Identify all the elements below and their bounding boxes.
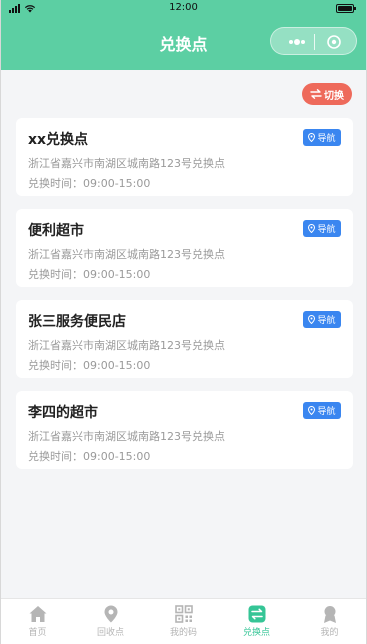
status-time: 12:00: [169, 2, 198, 13]
tab-label: 首页: [28, 628, 47, 638]
tab-label: 我的: [320, 628, 339, 638]
tab-mine[interactable]: 我的: [293, 599, 366, 644]
battery-icon: [336, 4, 356, 13]
navigate-label: 导航: [317, 407, 336, 417]
location-pin-icon: [308, 315, 316, 324]
store-hours: 兑换时间：09:00-15:00: [28, 177, 151, 190]
qr-code-icon: [174, 605, 193, 623]
location-pin-icon: [104, 605, 117, 623]
navigate-label: 导航: [317, 225, 336, 235]
store-hours: 兑换时间：09:00-15:00: [28, 450, 151, 463]
exchange-icon: [248, 605, 265, 623]
mini-program-capsule: [270, 27, 357, 55]
store-card[interactable]: 便利超市 导航 浙江省嘉兴市南湖区城南路123号兑换点 兑换时间：09:00-1…: [16, 209, 353, 287]
store-name: 张三服务便民店: [28, 314, 126, 330]
store-address: 浙江省嘉兴市南湖区城南路123号兑换点: [28, 157, 225, 170]
navigate-label: 导航: [317, 134, 336, 144]
store-address: 浙江省嘉兴市南湖区城南路123号兑换点: [28, 430, 225, 443]
more-dots-icon[interactable]: [283, 34, 311, 50]
navigate-button[interactable]: 导航: [303, 129, 341, 146]
tab-label: 我的码: [169, 628, 197, 638]
switch-button[interactable]: 切换: [302, 83, 352, 105]
navigate-button[interactable]: 导航: [303, 402, 341, 419]
home-icon: [29, 606, 46, 622]
navigate-button[interactable]: 导航: [303, 220, 341, 237]
swap-arrows-icon: [310, 89, 322, 99]
navigate-label: 导航: [317, 316, 336, 326]
store-hours: 兑换时间：09:00-15:00: [28, 268, 151, 281]
tab-recycle-point[interactable]: 回收点: [74, 599, 147, 644]
tab-bar: 首页 回收点 我的码 兑换点 我的: [1, 598, 366, 644]
location-pin-icon: [308, 406, 316, 415]
status-bar: 12:00: [1, 0, 366, 18]
store-card[interactable]: 张三服务便民店 导航 浙江省嘉兴市南湖区城南路123号兑换点 兑换时间：09:0…: [16, 300, 353, 378]
store-name: 便利超市: [28, 223, 84, 239]
store-hours: 兑换时间：09:00-15:00: [28, 359, 151, 372]
location-pin-icon: [308, 224, 316, 233]
location-pin-icon: [308, 133, 316, 142]
store-card[interactable]: xx兑换点 导航 浙江省嘉兴市南湖区城南路123号兑换点 兑换时间：09:00-…: [16, 118, 353, 196]
header: 12:00 兑换点: [1, 0, 366, 70]
user-icon: [323, 606, 336, 623]
store-card[interactable]: 李四的超市 导航 浙江省嘉兴市南湖区城南路123号兑换点 兑换时间：09:00-…: [16, 391, 353, 469]
capsule-divider: [314, 34, 315, 50]
tab-home[interactable]: 首页: [1, 599, 74, 644]
navigate-button[interactable]: 导航: [303, 311, 341, 328]
tab-label: 兑换点: [242, 628, 270, 638]
close-circle-icon[interactable]: [326, 34, 342, 50]
switch-label: 切换: [324, 90, 344, 102]
tab-my-code[interactable]: 我的码: [147, 599, 220, 644]
store-name: 李四的超市: [28, 405, 98, 421]
app-frame: 12:00 兑换点 切换 xx兑换点 导航 浙江省嘉兴市南湖区城南路123号兑换…: [0, 0, 367, 644]
store-address: 浙江省嘉兴市南湖区城南路123号兑换点: [28, 339, 225, 352]
tab-label: 回收点: [96, 628, 124, 638]
tab-exchange-point[interactable]: 兑换点: [220, 599, 293, 644]
store-name: xx兑换点: [28, 132, 89, 148]
store-address: 浙江省嘉兴市南湖区城南路123号兑换点: [28, 248, 225, 261]
